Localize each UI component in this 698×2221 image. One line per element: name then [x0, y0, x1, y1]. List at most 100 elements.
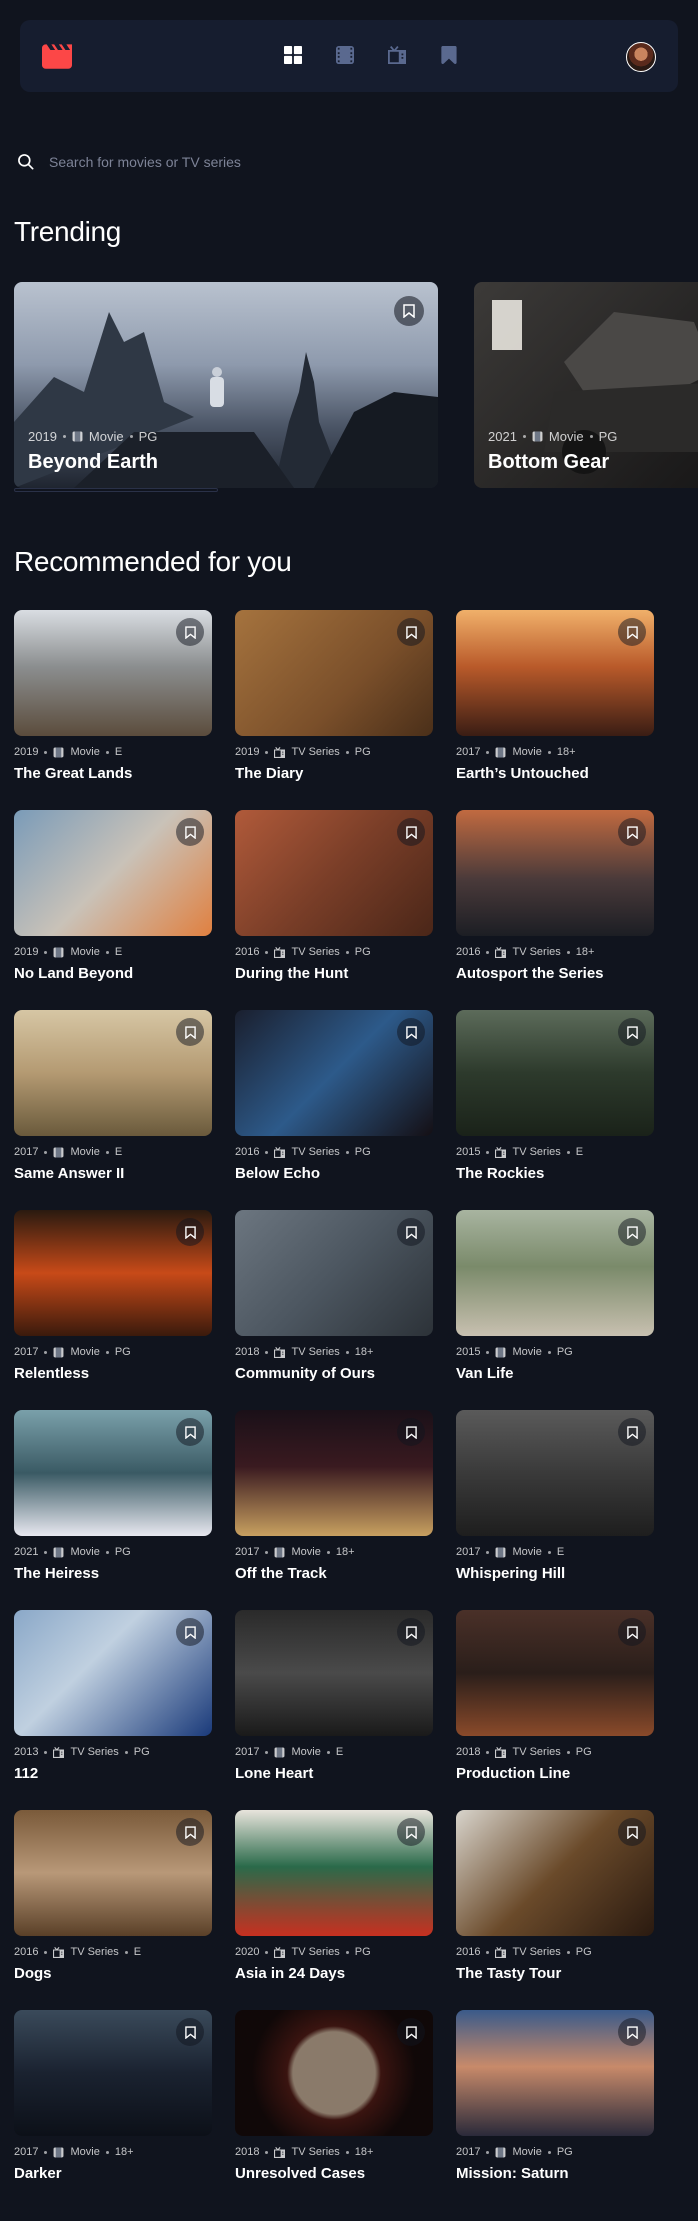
media-card[interactable]: 2013 TV Series PG 112 [14, 1610, 214, 1796]
media-card[interactable]: 2017 Movie 18+ Darker [14, 2010, 214, 2196]
bookmark-button[interactable] [618, 1618, 646, 1646]
media-thumbnail[interactable] [456, 1010, 654, 1136]
media-card[interactable]: 2019 TV Series PG The Diary [235, 610, 435, 796]
user-avatar[interactable] [626, 42, 656, 72]
search-input[interactable] [49, 150, 549, 174]
media-card[interactable]: 2016 TV Series PG Below Echo [235, 1010, 435, 1196]
trending-card[interactable]: 2019 Movie PG Beyond Earth [14, 282, 438, 488]
media-card[interactable]: 2016 TV Series E Dogs [14, 1810, 214, 1996]
bookmark-button[interactable] [397, 1218, 425, 1246]
media-thumbnail[interactable] [235, 1810, 433, 1936]
bookmark-button[interactable] [176, 618, 204, 646]
rating-label: 18+ [354, 1346, 374, 1358]
year-label: 2017 [235, 1746, 260, 1758]
bookmark-button[interactable] [618, 1018, 646, 1046]
media-thumbnail[interactable] [14, 1410, 212, 1536]
bookmark-empty-icon [405, 1425, 417, 1439]
year-label: 2016 [235, 1146, 260, 1158]
media-card[interactable]: 2016 TV Series 18+ Autosport the Series [456, 810, 656, 996]
trending-carousel[interactable]: 2019 Movie PG Beyond Earth 2021 Movie PG… [14, 282, 698, 492]
media-card[interactable]: 2017 Movie 18+ Off the Track [235, 1410, 435, 1596]
bookmark-button[interactable] [176, 2018, 204, 2046]
media-thumbnail[interactable] [14, 1810, 212, 1936]
carousel-scroll-indicator[interactable] [14, 488, 218, 492]
media-thumbnail[interactable] [456, 1410, 654, 1536]
media-card[interactable]: 2017 Movie E Whispering Hill [456, 1410, 656, 1596]
media-thumbnail[interactable] [14, 1610, 212, 1736]
trending-card[interactable]: 2021 Movie PG Bottom Gear [474, 282, 698, 488]
media-meta: 2017 Movie PG [14, 1346, 131, 1358]
media-thumbnail[interactable] [456, 1810, 654, 1936]
media-meta: 2016 TV Series 18+ [456, 946, 594, 958]
media-card[interactable]: 2017 Movie PG Mission: Saturn [456, 2010, 656, 2196]
search-icon [18, 154, 34, 170]
rating-label: PG [354, 1946, 371, 1958]
bookmark-button[interactable] [618, 1218, 646, 1246]
media-title: Whispering Hill [456, 1565, 566, 1582]
media-card[interactable]: 2018 TV Series PG Production Line [456, 1610, 656, 1796]
bookmark-button[interactable] [394, 296, 424, 326]
media-thumbnail[interactable] [456, 2010, 654, 2136]
media-thumbnail[interactable] [235, 1210, 433, 1336]
bookmark-button[interactable] [397, 1618, 425, 1646]
bookmark-button[interactable] [176, 1618, 204, 1646]
media-card[interactable]: 2017 Movie E Lone Heart [235, 1610, 435, 1796]
media-thumbnail[interactable] [14, 610, 212, 736]
media-thumbnail[interactable] [456, 810, 654, 936]
clapperboard-logo-icon[interactable] [42, 44, 72, 69]
bookmark-button[interactable] [618, 1418, 646, 1446]
bookmark-button[interactable] [397, 1418, 425, 1446]
media-card[interactable]: 2018 TV Series 18+ Community of Ours [235, 1210, 435, 1396]
media-card[interactable]: 2017 Movie E Same Answer II [14, 1010, 214, 1196]
media-card[interactable]: 2017 Movie PG Relentless [14, 1210, 214, 1396]
media-card[interactable]: 2021 Movie PG The Heiress [14, 1410, 214, 1596]
category-label: TV Series [291, 946, 340, 958]
category-label: Movie [88, 429, 124, 444]
bookmark-button[interactable] [176, 1418, 204, 1446]
bookmark-button[interactable] [176, 1018, 204, 1046]
media-thumbnail[interactable] [14, 1210, 212, 1336]
media-meta: 2016 TV Series PG [235, 1146, 371, 1158]
bookmark-button[interactable] [397, 818, 425, 846]
bookmark-empty-icon [403, 304, 415, 318]
media-thumbnail[interactable] [235, 1610, 433, 1736]
year-label: 2017 [14, 1346, 39, 1358]
media-card[interactable]: 2017 Movie 18+ Earth’s Untouched [456, 610, 656, 796]
media-card[interactable]: 2015 Movie PG Van Life [456, 1210, 656, 1396]
tv-icon[interactable] [388, 46, 406, 64]
bookmark-button[interactable] [618, 1818, 646, 1846]
bookmark-button[interactable] [176, 1218, 204, 1246]
media-card[interactable]: 2016 TV Series PG During the Hunt [235, 810, 435, 996]
bookmark-button[interactable] [397, 2018, 425, 2046]
media-card[interactable]: 2019 Movie E The Great Lands [14, 610, 214, 796]
media-thumbnail[interactable] [14, 1010, 212, 1136]
bookmark-button[interactable] [618, 618, 646, 646]
media-thumbnail[interactable] [235, 1010, 433, 1136]
bookmark-button[interactable] [397, 618, 425, 646]
home-grid-icon[interactable] [284, 46, 302, 64]
media-thumbnail[interactable] [235, 810, 433, 936]
bookmark-button[interactable] [176, 1818, 204, 1846]
media-card[interactable]: 2018 TV Series 18+ Unresolved Cases [235, 2010, 435, 2196]
media-card[interactable]: 2016 TV Series PG The Tasty Tour [456, 1810, 656, 1996]
media-thumbnail[interactable] [456, 1210, 654, 1336]
media-thumbnail[interactable] [456, 610, 654, 736]
media-thumbnail[interactable] [456, 1610, 654, 1736]
media-meta: 2016 TV Series E [14, 1946, 141, 1958]
film-icon[interactable] [336, 46, 354, 64]
media-card[interactable]: 2020 TV Series PG Asia in 24 Days [235, 1810, 435, 1996]
bookmark-button[interactable] [618, 2018, 646, 2046]
media-card[interactable]: 2015 TV Series E The Rockies [456, 1010, 656, 1196]
media-thumbnail[interactable] [14, 2010, 212, 2136]
bookmark-icon[interactable] [440, 46, 458, 64]
bookmark-button[interactable] [397, 1018, 425, 1046]
bookmark-button[interactable] [397, 1818, 425, 1846]
media-thumbnail[interactable] [235, 610, 433, 736]
media-thumbnail[interactable] [14, 810, 212, 936]
bookmark-button[interactable] [176, 818, 204, 846]
media-thumbnail[interactable] [235, 2010, 433, 2136]
bookmark-button[interactable] [618, 818, 646, 846]
media-thumbnail[interactable] [235, 1410, 433, 1536]
media-card[interactable]: 2019 Movie E No Land Beyond [14, 810, 214, 996]
media-title: Earth’s Untouched [456, 765, 589, 782]
